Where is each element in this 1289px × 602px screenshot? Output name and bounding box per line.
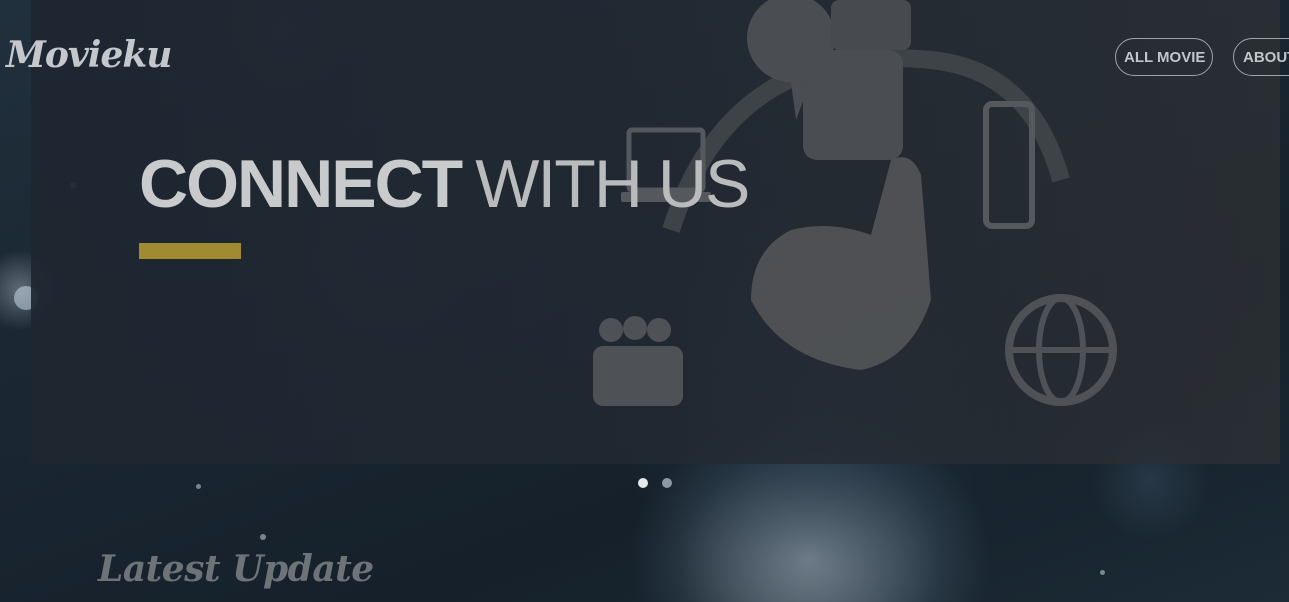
nav-all-movie-button[interactable]: ALL MOVIE	[1115, 38, 1213, 76]
slide-accent-bar	[139, 243, 241, 259]
nav-about-button[interactable]: ABOUT	[1233, 38, 1289, 76]
slide-title-bold: CONNECT	[139, 146, 463, 222]
section-heading-latest-update: Latest Update	[98, 548, 374, 590]
bokeh-light	[1100, 570, 1105, 575]
bokeh-light	[260, 534, 266, 540]
slide-title-light: WITH US	[475, 146, 750, 222]
hero-carousel: CONNECT WITH US	[31, 0, 1280, 464]
slide-title: CONNECT WITH US	[139, 140, 750, 228]
carousel-dot-2[interactable]	[662, 478, 672, 488]
carousel-dot-1[interactable]	[638, 478, 648, 488]
carousel-indicators	[638, 478, 672, 488]
slide-artwork	[593, 0, 1117, 406]
site-logo[interactable]: Movieku	[6, 34, 172, 76]
bokeh-light	[196, 484, 201, 489]
